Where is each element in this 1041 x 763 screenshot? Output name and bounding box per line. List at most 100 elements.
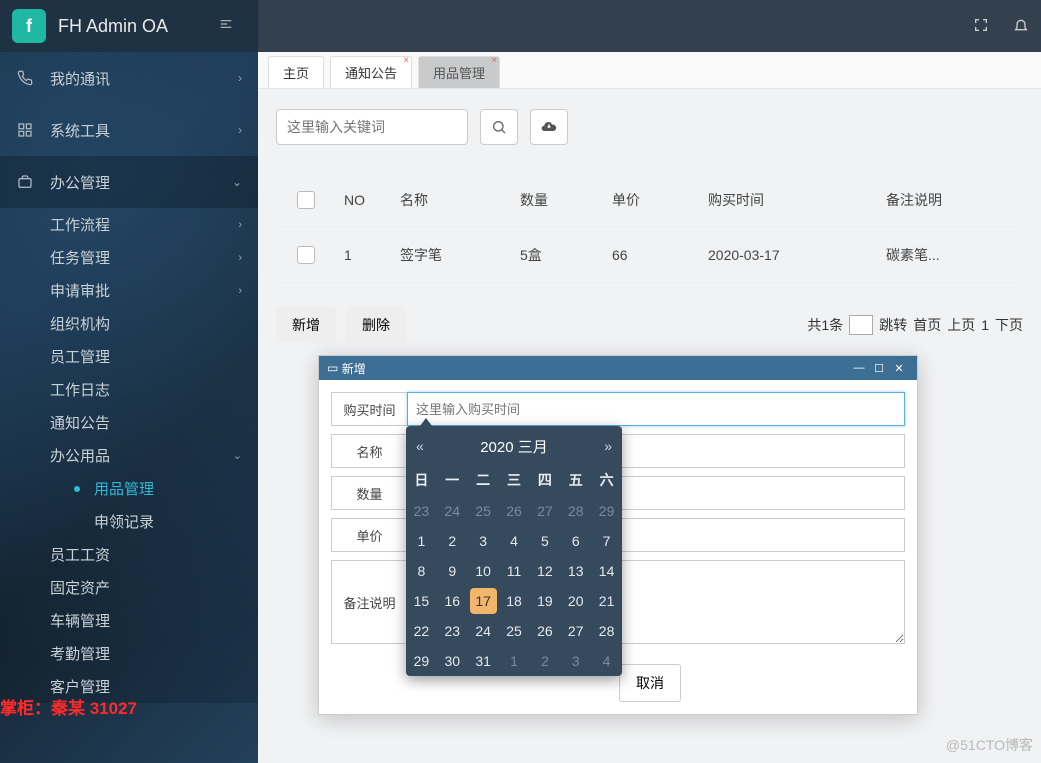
cal-day[interactable]: 12 xyxy=(529,556,560,586)
cal-day[interactable]: 3 xyxy=(468,526,499,556)
sidebar-subitem[interactable]: 申请审批 › xyxy=(0,274,258,307)
cal-title[interactable]: 2020 三月 xyxy=(480,436,548,457)
sidebar-leaf[interactable]: 申领记录 xyxy=(0,505,258,538)
sidebar-subitem[interactable]: 考勤管理 xyxy=(0,637,258,670)
pager-next[interactable]: 下页 xyxy=(995,315,1023,335)
cal-day[interactable]: 29 xyxy=(591,496,622,526)
sidebar-subitem[interactable]: 固定资产 xyxy=(0,571,258,604)
tab[interactable]: 通知公告 × xyxy=(330,56,412,88)
sidebar: 我的通讯 › 系统工具 › 办公管理 ⌄ 工作流程 › 任务管理 › 申请审批 … xyxy=(0,52,258,763)
row-checkbox[interactable] xyxy=(297,246,315,264)
cal-day[interactable]: 4 xyxy=(591,646,622,676)
dialog-titlebar[interactable]: ▭ 新增 — ☐ ✕ xyxy=(319,356,917,380)
cal-day[interactable]: 5 xyxy=(529,526,560,556)
cal-day[interactable]: 29 xyxy=(406,646,437,676)
cal-day[interactable]: 8 xyxy=(406,556,437,586)
cal-day[interactable]: 23 xyxy=(406,496,437,526)
cal-day[interactable]: 16 xyxy=(437,586,468,616)
cal-day[interactable]: 10 xyxy=(468,556,499,586)
select-all-checkbox[interactable] xyxy=(297,191,315,209)
cal-day[interactable]: 22 xyxy=(406,616,437,646)
chevron-icon: › xyxy=(238,252,242,264)
minimize-icon[interactable]: — xyxy=(849,360,869,376)
cancel-button[interactable]: 取消 xyxy=(619,664,681,702)
cal-day[interactable]: 21 xyxy=(591,586,622,616)
cal-day[interactable]: 25 xyxy=(468,496,499,526)
sidebar-subitem[interactable]: 任务管理 › xyxy=(0,241,258,274)
sidebar-subitem[interactable]: 车辆管理 xyxy=(0,604,258,637)
cal-day[interactable]: 26 xyxy=(529,616,560,646)
search-input[interactable] xyxy=(276,109,468,145)
cal-day[interactable]: 28 xyxy=(591,616,622,646)
tab-close-icon[interactable]: × xyxy=(491,55,497,66)
sidebar-item-office[interactable]: 办公管理 ⌄ xyxy=(0,156,258,208)
cal-day[interactable]: 3 xyxy=(560,646,591,676)
cal-day[interactable]: 31 xyxy=(468,646,499,676)
sidebar-item-label: 组织机构 xyxy=(50,313,242,334)
cal-day[interactable]: 17 xyxy=(470,588,497,614)
phone-icon xyxy=(16,69,34,87)
cell-note: 碳素笔... xyxy=(878,245,998,265)
menu-toggle-icon[interactable] xyxy=(218,16,234,37)
fullscreen-icon[interactable] xyxy=(973,17,989,36)
input-buy-time[interactable] xyxy=(407,392,905,426)
sidebar-subitem[interactable]: 通知公告 xyxy=(0,406,258,439)
cal-day[interactable]: 19 xyxy=(529,586,560,616)
cal-day[interactable]: 27 xyxy=(560,616,591,646)
pager-input[interactable] xyxy=(849,315,873,335)
sidebar-subitem[interactable]: 工作日志 xyxy=(0,373,258,406)
add-button[interactable]: 新增 xyxy=(276,307,336,343)
cal-day[interactable]: 30 xyxy=(437,646,468,676)
search-button[interactable] xyxy=(480,109,518,145)
cal-day[interactable]: 1 xyxy=(406,526,437,556)
sidebar-subitem[interactable]: 员工工资 xyxy=(0,538,258,571)
cal-day[interactable]: 23 xyxy=(437,616,468,646)
cal-day[interactable]: 24 xyxy=(437,496,468,526)
chevron-icon: › xyxy=(238,285,242,297)
cal-day[interactable]: 9 xyxy=(437,556,468,586)
pager-first[interactable]: 首页 xyxy=(913,315,941,335)
cal-day[interactable]: 13 xyxy=(560,556,591,586)
sidebar-subitem[interactable]: 工作流程 › xyxy=(0,208,258,241)
bell-icon[interactable] xyxy=(1013,17,1029,36)
sidebar-subitem[interactable]: 员工管理 xyxy=(0,340,258,373)
maximize-icon[interactable]: ☐ xyxy=(869,360,889,376)
sidebar-subitem[interactable]: 办公用品 ⌄ xyxy=(0,439,258,472)
cal-day[interactable]: 2 xyxy=(529,646,560,676)
cal-day[interactable]: 28 xyxy=(560,496,591,526)
cal-dow: 五 xyxy=(560,466,591,496)
cal-next[interactable]: » xyxy=(604,438,612,454)
cal-day[interactable]: 25 xyxy=(499,616,530,646)
cal-day[interactable]: 20 xyxy=(560,586,591,616)
table-row[interactable]: 1 签字笔 5盒 66 2020-03-17 碳素笔... xyxy=(276,227,1023,283)
cal-day[interactable]: 2 xyxy=(437,526,468,556)
tab-label: 用品管理 xyxy=(433,66,485,81)
label-name: 名称 xyxy=(331,434,407,468)
cal-day[interactable]: 27 xyxy=(529,496,560,526)
cal-day[interactable]: 24 xyxy=(468,616,499,646)
sidebar-subitem[interactable]: 组织机构 xyxy=(0,307,258,340)
tab-close-icon[interactable]: × xyxy=(403,55,409,66)
cal-day[interactable]: 14 xyxy=(591,556,622,586)
cal-day[interactable]: 18 xyxy=(499,586,530,616)
sidebar-item-label: 系统工具 xyxy=(50,120,238,141)
pager-jump[interactable]: 跳转 xyxy=(879,315,907,335)
sidebar-leaf[interactable]: 用品管理 xyxy=(0,472,258,505)
cal-day[interactable]: 1 xyxy=(499,646,530,676)
delete-button[interactable]: 删除 xyxy=(346,307,406,343)
download-button[interactable] xyxy=(530,109,568,145)
cal-day[interactable]: 26 xyxy=(499,496,530,526)
cal-day[interactable]: 4 xyxy=(499,526,530,556)
sidebar-item-contacts[interactable]: 我的通讯 › xyxy=(0,52,258,104)
pager-prev[interactable]: 上页 xyxy=(947,315,975,335)
sidebar-item-tools[interactable]: 系统工具 › xyxy=(0,104,258,156)
dialog-title-text: 新增 xyxy=(342,360,366,377)
tab[interactable]: 用品管理 × xyxy=(418,56,500,88)
cal-day[interactable]: 7 xyxy=(591,526,622,556)
tab[interactable]: 主页 xyxy=(268,56,324,88)
cal-day[interactable]: 6 xyxy=(560,526,591,556)
cal-day[interactable]: 11 xyxy=(499,556,530,586)
cal-day[interactable]: 15 xyxy=(406,586,437,616)
close-icon[interactable]: ✕ xyxy=(889,360,909,376)
cal-prev[interactable]: « xyxy=(416,438,424,454)
